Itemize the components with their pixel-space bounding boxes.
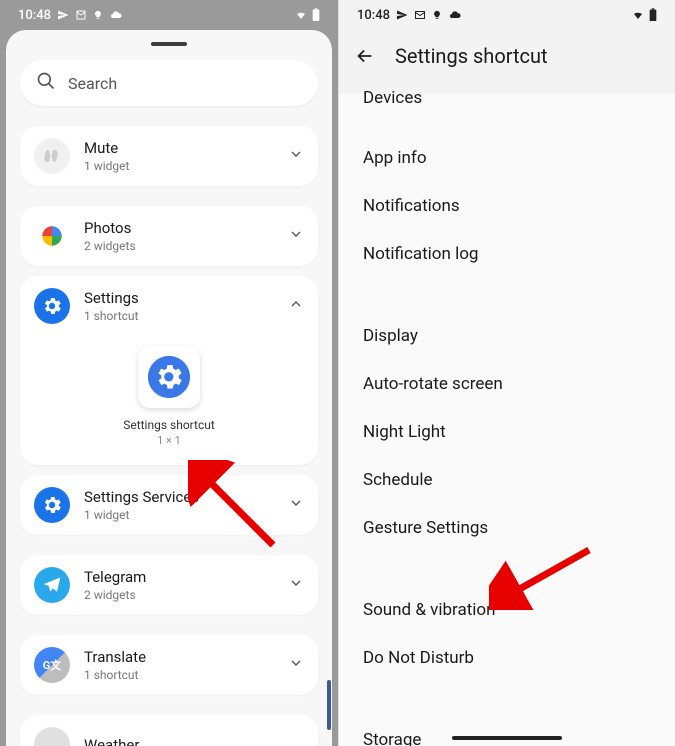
scrollbar[interactable] bbox=[327, 680, 331, 730]
widget-row-translate[interactable]: G文 Translate 1 shortcut bbox=[20, 635, 318, 695]
app-sub: 2 widgets bbox=[84, 588, 274, 602]
settings-shortcut-tile[interactable] bbox=[138, 346, 200, 408]
send-icon bbox=[396, 9, 408, 21]
setting-item-notifications[interactable]: Notifications bbox=[363, 182, 651, 230]
setting-item-auto-rotate[interactable]: Auto-rotate screen bbox=[363, 360, 651, 408]
chevron-down-icon bbox=[288, 655, 304, 675]
widget-picker-screen: 10:48 bbox=[0, 0, 339, 746]
widget-row-settings-expanded: Settings 1 shortcut Settings shortcut 1 … bbox=[20, 276, 318, 465]
widget-list[interactable]: Mute 1 widget Photos 2 widgets bbox=[6, 116, 332, 746]
send-icon bbox=[57, 9, 69, 21]
search-input[interactable] bbox=[68, 74, 302, 93]
shortcut-dimensions: 1 × 1 bbox=[157, 434, 181, 447]
setting-item-display[interactable]: Display bbox=[363, 312, 651, 360]
chevron-down-icon bbox=[288, 226, 304, 246]
search-icon bbox=[36, 71, 56, 95]
cloud-icon bbox=[109, 9, 123, 21]
app-sub: 1 widget bbox=[84, 159, 274, 173]
setting-item-storage[interactable]: Storage bbox=[363, 716, 651, 746]
chevron-down-icon bbox=[288, 575, 304, 595]
clock: 10:48 bbox=[357, 8, 390, 23]
app-name: Photos bbox=[84, 219, 274, 237]
bulb-icon bbox=[432, 9, 442, 21]
settings-list[interactable]: App info Notifications Notification log … bbox=[339, 122, 675, 746]
widget-row-photos[interactable]: Photos 2 widgets bbox=[20, 206, 318, 266]
chevron-up-icon bbox=[288, 296, 304, 316]
app-name: Translate bbox=[84, 648, 274, 666]
settings-shortcut-screen: 10:48 Settings shortcut Devices App info… bbox=[339, 0, 675, 746]
widget-sheet: Mute 1 widget Photos 2 widgets bbox=[6, 30, 332, 746]
clock: 10:48 bbox=[18, 8, 51, 23]
telegram-icon bbox=[34, 567, 70, 603]
chevron-down-icon bbox=[288, 146, 304, 166]
app-sub: 1 shortcut bbox=[84, 668, 274, 682]
mail-icon bbox=[75, 9, 87, 21]
title-bar: Settings shortcut bbox=[339, 30, 675, 94]
app-name: Settings bbox=[84, 289, 274, 307]
app-sub: 2 widgets bbox=[84, 239, 274, 253]
app-name: Settings Services bbox=[84, 488, 274, 506]
bulb-icon bbox=[93, 9, 103, 21]
settings-icon bbox=[34, 288, 70, 324]
status-bar: 10:48 bbox=[339, 0, 675, 30]
status-bar: 10:48 bbox=[0, 0, 338, 30]
app-sub: 1 shortcut bbox=[84, 309, 274, 323]
app-name: Weather bbox=[84, 736, 304, 746]
setting-item-schedule[interactable]: Schedule bbox=[363, 456, 651, 504]
wifi-icon bbox=[294, 9, 308, 21]
battery-icon bbox=[312, 8, 320, 22]
nav-handle[interactable] bbox=[452, 736, 562, 740]
setting-item-app-info[interactable]: App info bbox=[363, 134, 651, 182]
widget-row-settings[interactable]: Settings 1 shortcut bbox=[20, 276, 318, 336]
battery-icon bbox=[649, 8, 657, 22]
drag-handle[interactable] bbox=[151, 42, 187, 46]
shortcut-label: Settings shortcut bbox=[123, 418, 215, 432]
photos-icon bbox=[34, 218, 70, 254]
setting-item-dnd[interactable]: Do Not Disturb bbox=[363, 634, 651, 682]
cloud-icon bbox=[448, 9, 462, 21]
app-sub: 1 widget bbox=[84, 508, 274, 522]
mail-icon bbox=[414, 9, 426, 21]
weather-icon bbox=[34, 727, 70, 746]
setting-item-gesture[interactable]: Gesture Settings bbox=[363, 504, 651, 552]
widget-row-weather[interactable]: Weather bbox=[20, 715, 318, 746]
app-name: Mute bbox=[84, 139, 274, 157]
back-button[interactable] bbox=[353, 44, 377, 68]
setting-item-night-light[interactable]: Night Light bbox=[363, 408, 651, 456]
app-name: Telegram bbox=[84, 568, 274, 586]
setting-item-sound-vibration[interactable]: Sound & vibration bbox=[363, 586, 651, 634]
setting-item-notification-log[interactable]: Notification log bbox=[363, 230, 651, 278]
widget-row-settings-services[interactable]: Settings Services 1 widget bbox=[20, 475, 318, 535]
page-title: Settings shortcut bbox=[395, 44, 548, 68]
mute-icon bbox=[34, 138, 70, 174]
widget-row-mute[interactable]: Mute 1 widget bbox=[20, 126, 318, 186]
widget-row-telegram[interactable]: Telegram 2 widgets bbox=[20, 555, 318, 615]
wifi-icon bbox=[631, 9, 645, 21]
translate-icon: G文 bbox=[34, 647, 70, 683]
settings-services-icon bbox=[34, 487, 70, 523]
setting-item-devices[interactable]: Devices bbox=[339, 88, 675, 116]
search-box[interactable] bbox=[20, 60, 318, 106]
chevron-down-icon bbox=[288, 495, 304, 515]
